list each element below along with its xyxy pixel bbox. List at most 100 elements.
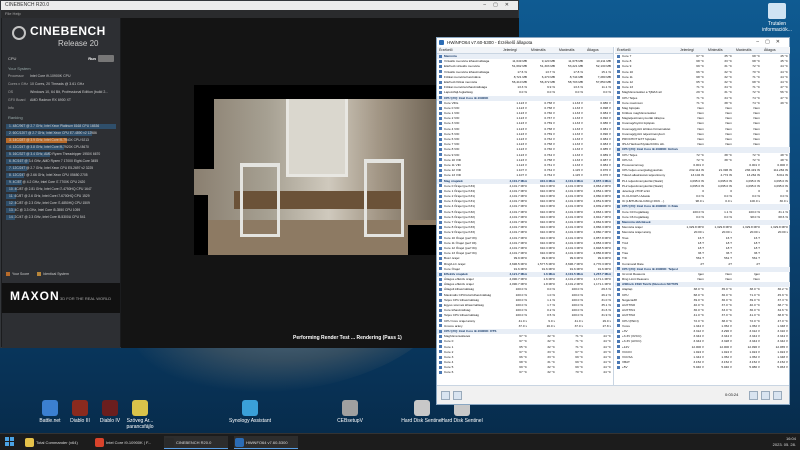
hwinfo-title: HWiNFO64 v7.60-5300 - Érzékelő állapota: [447, 40, 533, 45]
col-sensor: Érzékelő: [439, 48, 453, 52]
system-tray-clock[interactable]: 16:04 2023. 05. 28.: [773, 436, 796, 448]
desktop-icon-label: Hard Disk Sentinel: [441, 418, 483, 424]
nav-right-icon[interactable]: [453, 391, 462, 400]
ranking-label: 9. 4C/8T @ 4.2 GHz, Intel Core i7-7700K …: [9, 180, 86, 184]
ranking-item: 2. 60C/120T @ 2.7 GHz, Intel Xeon CPU E7…: [6, 130, 116, 137]
cinebench-logo: CINEBENCH Release 20: [2, 18, 120, 54]
sensor-pane-right[interactable]: Érzékelő Jelenlegi Minimális Maximális Á…: [615, 47, 790, 387]
taskbar-app-button[interactable]: CINEBENCH R20.0: [164, 436, 228, 449]
maxon-logo: MAXON: [10, 289, 60, 303]
sensor-name: Core 7 VID: [444, 142, 460, 147]
sensor-name: Core 9 Órajel (perf #3): [444, 230, 475, 235]
sensor-name: VCCIO: [622, 349, 632, 354]
sensor-icon: [617, 163, 620, 167]
window-controls[interactable]: –▢✕: [756, 38, 786, 47]
sensor-name: Core 10: [622, 69, 634, 74]
settings-icon[interactable]: [749, 391, 758, 400]
sensor-icon: [617, 75, 620, 79]
sensor-name: Alaplap: [622, 287, 633, 292]
ranking-list: 1. 48C/96T @ 2.7 GHz, Intel Xeon Platinu…: [6, 123, 116, 220]
sensor-name: +5V: [622, 365, 628, 370]
sensor-name: Core 6 Órajel (perf #2): [444, 214, 475, 219]
system-info-row: OS Windows 10, 64 Bit, Professional Editi…: [2, 88, 120, 96]
sensor-icon: [617, 365, 620, 369]
sensor-row[interactable]: Core 6 67 °C 32 °C 70 °C 44 °C: [437, 370, 613, 375]
sensor-icon: [439, 116, 442, 120]
sensor-icon: [617, 267, 620, 271]
sensor-name: Uncore arány: [444, 323, 463, 328]
nav-left-icon[interactable]: [441, 391, 450, 400]
window-controls[interactable]: –▢✕: [483, 1, 516, 10]
taskbar-app-button[interactable]: HWiNFO64 v7.60-5300: [234, 436, 298, 449]
hwinfo-window[interactable]: HWiNFO64 v7.60-5300 - Érzékelő állapota …: [436, 37, 790, 405]
sensor-icon: [439, 272, 442, 276]
cpu-test-row: CPU Run: [2, 54, 120, 63]
sensor-value: 70 °C: [575, 370, 583, 375]
render-chair-right: [364, 159, 404, 237]
sensor-icon: [439, 246, 442, 250]
sensor-icon: [439, 122, 442, 126]
sensor-name: Core 4 VID: [444, 126, 460, 131]
sensor-icon: [617, 80, 620, 84]
sensor-icon: [439, 85, 442, 89]
sensor-name: +12V: [622, 344, 630, 349]
sensor-name: Command Rate: [622, 261, 644, 266]
sensor-icon: [617, 241, 620, 245]
run-button[interactable]: [98, 55, 114, 62]
sensor-icon: [617, 70, 620, 74]
sensor-pane-left[interactable]: Érzékelő Jelenlegi Minimális Maximális Á…: [437, 47, 614, 387]
sensor-header-right[interactable]: Érzékelő Jelenlegi Minimális Maximális Á…: [615, 47, 790, 54]
sensor-value: 67 °C: [519, 370, 527, 375]
sensor-icon: [617, 282, 620, 286]
sensor-icon: [439, 54, 442, 58]
sensor-name: Core 9 VID: [444, 152, 460, 157]
sensor-icon: [617, 85, 620, 89]
hwinfo-titlebar[interactable]: HWiNFO64 v7.60-5300 - Érzékelő állapota …: [437, 38, 789, 47]
system-info-value: 10 Cores, 20 Threads @ 3.61 GHz: [30, 82, 85, 86]
app-icon: [342, 400, 358, 416]
sensor-icon: [439, 324, 442, 328]
desktop-icon[interactable]: Synology Assistant: [228, 400, 272, 424]
sensor-icon: [617, 194, 620, 198]
taskbar-app-button[interactable]: Intel Core i9-10900K | F...: [94, 436, 158, 449]
sensor-name: Trp: [622, 245, 627, 250]
sensor-value: 32 °C: [547, 370, 555, 375]
close-icon[interactable]: [773, 391, 782, 400]
app-icon: [242, 400, 258, 416]
sensor-icon: [439, 210, 442, 214]
sensor-icon: [439, 59, 442, 63]
sensor-icon: [617, 308, 620, 312]
sensor-name: Core 13 VID: [444, 173, 462, 178]
cinebench-menubar[interactable]: File Help: [1, 10, 518, 18]
sensor-icon: [617, 54, 620, 58]
sensor-name: Fizikai memória használva: [444, 74, 481, 79]
sensor-name: Core 9: [622, 64, 632, 69]
sensor-name: IPLA Hardver/Nyitás/CCDs stb.: [622, 142, 665, 147]
sensor-value: 5.080 V: [749, 365, 760, 370]
maxon-banner: MAXON 3D FOR THE REAL WORLD: [2, 283, 120, 313]
desktop-recycle-bin[interactable]: Trutalen informaciók...: [757, 3, 797, 33]
sensor-name: VCCSA: [622, 354, 633, 359]
taskbar-app-icon: [235, 438, 244, 447]
windows-start-icon[interactable]: [5, 437, 15, 447]
taskbar-app-icon: [25, 438, 34, 447]
reset-icon[interactable]: [761, 391, 770, 400]
sensor-header-left[interactable]: Érzékelő Jelenlegi Minimális Maximális Á…: [437, 47, 613, 54]
sensor-name: Trcd: [622, 240, 629, 245]
sensor-name: Core C0 Foglaltság: [622, 209, 649, 214]
taskbar-app-button[interactable]: Total Commander (x64): [24, 436, 88, 449]
sensor-icon: [439, 142, 442, 146]
cinebench-titlebar[interactable]: CINEBENCH R20.0 –▢✕: [1, 1, 518, 10]
sensor-name: CPU Core órajel arány: [444, 318, 476, 323]
taskbar-app-icon: [165, 438, 174, 447]
sensor-name: Kritikus maghőmérséklet: [622, 111, 656, 116]
sensor-icon: [617, 189, 620, 193]
taskbar-app-icon: [95, 438, 104, 447]
taskbar-app-label: HWiNFO64 v7.60-5300: [246, 440, 288, 445]
desktop-icon[interactable]: CEBsetupV: [328, 400, 372, 424]
sensor-name: Csomag/gyűrű teljesítménykorl.: [622, 131, 666, 136]
sensor-row[interactable]: +5V 5.040 V 5.040 V 5.080 V 5.063 V: [615, 365, 790, 370]
desktop-icon[interactable]: Szöveg Ar... parancsfájlo: [118, 400, 162, 430]
ranking-item: 5. 16C/32T @ 3.4 GHz, AMD Ryzen Threadri…: [6, 151, 116, 158]
sensor-name: Elérhető virtuális memória: [444, 64, 480, 69]
